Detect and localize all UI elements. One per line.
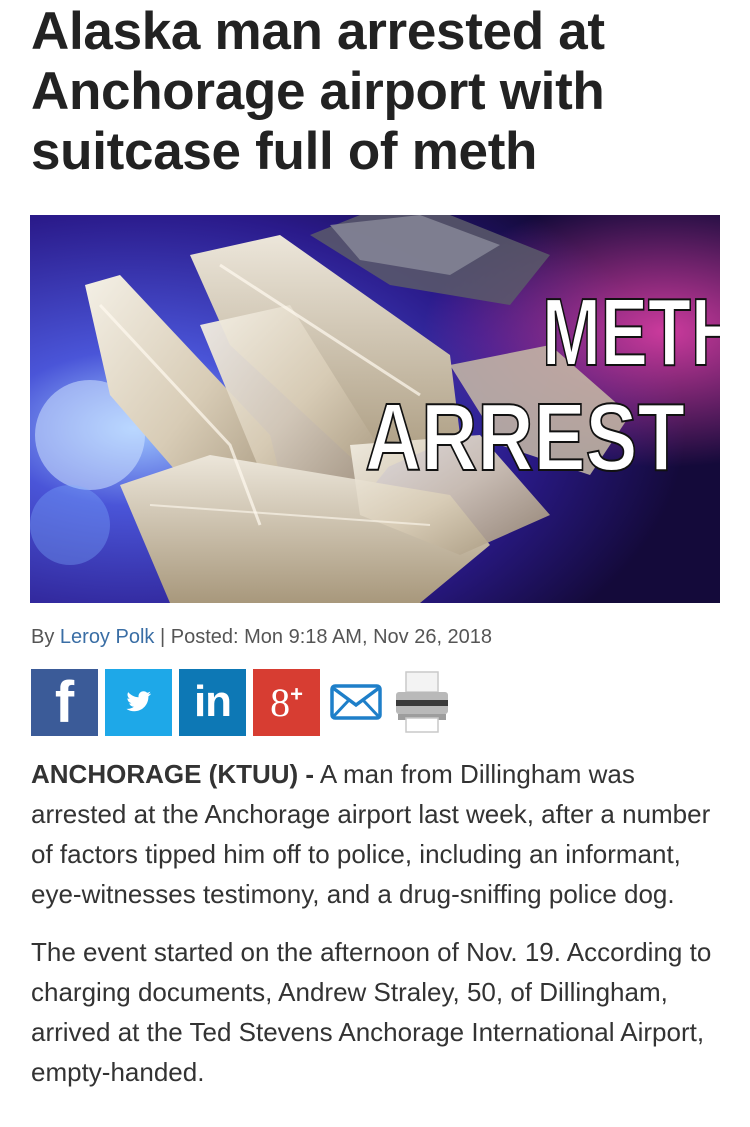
- google-plus-icon: 8+: [270, 679, 303, 725]
- hero-image: METH ARREST: [30, 215, 720, 603]
- article-body: ANCHORAGE (KTUU) - A man from Dillingham…: [31, 754, 721, 1110]
- posted-date: Posted: Mon 9:18 AM, Nov 26, 2018: [170, 626, 493, 648]
- article-paragraph: The event started on the afternoon of No…: [31, 932, 721, 1092]
- byline-separator: |: [159, 626, 166, 648]
- dateline: ANCHORAGE (KTUU) -: [31, 759, 315, 789]
- email-share-button[interactable]: [327, 668, 385, 736]
- share-bar: f in 8+: [31, 668, 452, 736]
- hero-overlay-meth: METH: [542, 279, 720, 386]
- hero-overlay-arrest: ARREST: [365, 384, 685, 491]
- print-button[interactable]: [392, 668, 452, 736]
- article-paragraph: ANCHORAGE (KTUU) - A man from Dillingham…: [31, 754, 721, 914]
- twitter-icon: [126, 691, 151, 712]
- facebook-share-button[interactable]: f: [31, 668, 98, 736]
- google-plus-share-button[interactable]: 8+: [253, 668, 320, 736]
- email-icon: [330, 684, 382, 720]
- author-link[interactable]: Leroy Polk: [60, 626, 155, 648]
- paragraph-text: The event started on the afternoon of No…: [31, 937, 712, 1087]
- linkedin-icon: in: [193, 677, 232, 726]
- facebook-icon: f: [54, 669, 75, 735]
- byline: By Leroy Polk | Posted: Mon 9:18 AM, Nov…: [31, 624, 492, 650]
- linkedin-share-button[interactable]: in: [179, 668, 246, 736]
- print-icon: [396, 671, 448, 733]
- twitter-share-button[interactable]: [105, 668, 172, 736]
- byline-prefix: By: [31, 626, 55, 648]
- article-headline: Alaska man arrested at Anchorage airport…: [31, 2, 605, 181]
